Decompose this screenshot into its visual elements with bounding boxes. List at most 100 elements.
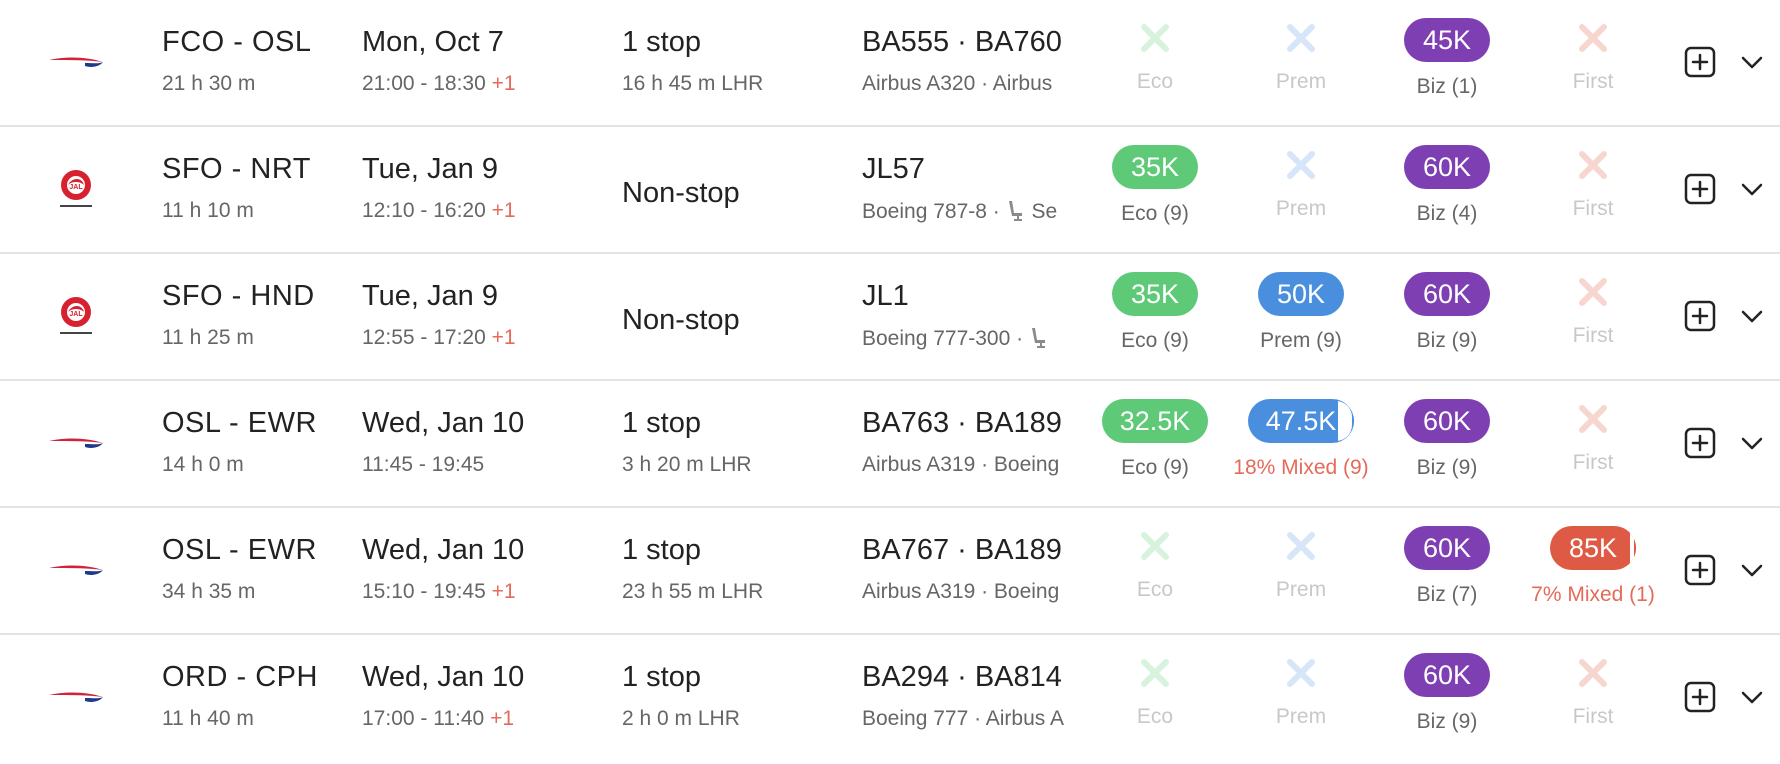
- expand-button[interactable]: [1740, 433, 1764, 453]
- day-offset: +1: [491, 580, 516, 603]
- flight-row[interactable]: JAL SFO - NRT 11 h 10 m Tue, Jan 9 12:10 - 1…: [0, 127, 1780, 254]
- plus-square-icon: [1684, 427, 1716, 459]
- time-range: 15:10 - 19:45 +1: [362, 580, 516, 604]
- cabin-eco[interactable]: 35K Eco (9): [1070, 272, 1240, 353]
- british-airways-logo: [48, 40, 104, 84]
- flight-row[interactable]: ORD - CPH 11 h 40 m Wed, Jan 10 17:00 - 11:…: [0, 635, 1780, 762]
- award-price-badge[interactable]: 35K: [1112, 272, 1198, 316]
- award-price-badge[interactable]: 35K: [1112, 145, 1198, 189]
- time-range: 12:55 - 17:20 +1: [362, 326, 516, 350]
- add-button[interactable]: [1684, 173, 1716, 205]
- cabin-prem: Prem: [1216, 145, 1386, 221]
- award-price-badge[interactable]: 60K: [1404, 145, 1490, 189]
- cabin-prem: Prem: [1216, 653, 1386, 729]
- expand-button[interactable]: [1740, 179, 1764, 199]
- day-offset: +1: [490, 707, 515, 730]
- award-price-badge[interactable]: 60K: [1404, 272, 1490, 316]
- chevron-down-icon: [1741, 437, 1763, 450]
- cabin-label: Eco: [1136, 70, 1174, 93]
- seat-icon: [1029, 327, 1049, 350]
- expand-button[interactable]: [1740, 306, 1764, 326]
- cabin-label: Biz (9): [1416, 329, 1478, 352]
- cabin-prem[interactable]: 47.5K 18% Mixed (9): [1216, 399, 1386, 480]
- stops: 1 stop: [622, 26, 701, 58]
- cabin-biz[interactable]: 45K Biz (1): [1362, 18, 1532, 99]
- award-price-badge[interactable]: 32.5K: [1101, 399, 1209, 443]
- cabin-label: Prem: [1275, 705, 1327, 728]
- flight-numbers: JL57: [862, 153, 925, 185]
- add-button[interactable]: [1684, 554, 1716, 586]
- flight-row[interactable]: OSL - EWR 34 h 35 m Wed, Jan 10 15:10 - 19:…: [0, 508, 1780, 635]
- cabin-label: Eco (9): [1121, 329, 1189, 352]
- add-button[interactable]: [1684, 427, 1716, 459]
- chevron-down-icon: [1741, 564, 1763, 577]
- cabin-eco: Eco: [1070, 18, 1240, 94]
- award-price-badge[interactable]: 47.5K: [1247, 399, 1355, 443]
- flight-row[interactable]: FCO - OSL 21 h 30 m Mon, Oct 7 21:00 - 18:3…: [0, 0, 1780, 127]
- layover: 2 h 0 m LHR: [622, 707, 740, 730]
- add-button[interactable]: [1684, 681, 1716, 713]
- aircraft-text: Airbus A319 · Boeing: [862, 580, 1060, 603]
- british-airways-logo: [48, 421, 104, 465]
- layover: 3 h 20 m LHR: [622, 453, 752, 476]
- departure-date: Tue, Jan 9: [362, 153, 498, 185]
- time-range-text: 12:55 - 17:20: [362, 326, 486, 349]
- unavailable-x-icon: [1216, 18, 1386, 62]
- cabin-biz[interactable]: 60K Biz (9): [1362, 272, 1532, 353]
- total-duration: 11 h 10 m: [162, 199, 254, 222]
- cabin-biz[interactable]: 60K Biz (4): [1362, 145, 1532, 226]
- cabin-label: Biz (4): [1416, 202, 1478, 225]
- award-price-badge[interactable]: 85K: [1550, 526, 1636, 570]
- unavailable-x-icon: [1070, 653, 1240, 697]
- unavailable-x-icon: [1216, 145, 1386, 189]
- add-button[interactable]: [1684, 300, 1716, 332]
- expand-button[interactable]: [1740, 687, 1764, 707]
- aircraft-text: Boeing 787-8 ·: [862, 200, 1000, 223]
- unavailable-x-icon: [1070, 526, 1240, 570]
- svg-text:JAL: JAL: [69, 311, 83, 318]
- chevron-down-icon: [1741, 183, 1763, 196]
- flight-numbers: BA767 · BA189: [862, 534, 1062, 566]
- award-price: 32.5K: [1119, 406, 1191, 436]
- cabin-biz[interactable]: 60K Biz (9): [1362, 399, 1532, 480]
- cabin-label: Eco (9): [1121, 456, 1189, 479]
- award-price: 60K: [1422, 279, 1472, 309]
- plus-square-icon: [1684, 46, 1716, 78]
- add-button[interactable]: [1684, 46, 1716, 78]
- cabin-prem[interactable]: 50K Prem (9): [1216, 272, 1386, 353]
- aircraft: Airbus A319 · Boeing: [862, 453, 1082, 477]
- day-offset: +1: [491, 72, 516, 95]
- british-airways-logo: [48, 548, 104, 592]
- award-price-badge[interactable]: 60K: [1404, 399, 1490, 443]
- cabin-label: Eco: [1136, 705, 1174, 728]
- cabin-label: Biz (1): [1416, 75, 1478, 98]
- time-range-text: 21:00 - 18:30: [362, 72, 486, 95]
- layover: 23 h 55 m LHR: [622, 580, 764, 603]
- flight-row[interactable]: OSL - EWR 14 h 0 m Wed, Jan 10 11:45 - 19:4…: [0, 381, 1780, 508]
- day-offset: +1: [491, 199, 516, 222]
- expand-button[interactable]: [1740, 560, 1764, 580]
- aircraft-text: Boeing 777 · Airbus A: [862, 707, 1064, 730]
- unavailable-x-icon: [1508, 145, 1678, 189]
- cabin-label: Prem (9): [1260, 329, 1342, 352]
- expand-button[interactable]: [1740, 52, 1764, 72]
- cabin-first: First: [1508, 399, 1678, 475]
- cabin-first[interactable]: 85K 7% Mixed (1): [1508, 526, 1678, 607]
- cabin-eco[interactable]: 32.5K Eco (9): [1070, 399, 1240, 480]
- award-price-badge[interactable]: 60K: [1404, 526, 1490, 570]
- stops: 1 stop: [622, 661, 701, 693]
- award-price-badge[interactable]: 45K: [1404, 18, 1490, 62]
- flight-row[interactable]: JAL SFO - HND 11 h 25 m Tue, Jan 9 12:55 - 1…: [0, 254, 1780, 381]
- british-airways-logo: [48, 675, 104, 719]
- flight-numbers: JL1: [862, 280, 909, 312]
- cabin-biz[interactable]: 60K Biz (9): [1362, 653, 1532, 734]
- award-price-badge[interactable]: 50K: [1258, 272, 1344, 316]
- cabin-eco[interactable]: 35K Eco (9): [1070, 145, 1240, 226]
- time-range: 12:10 - 16:20 +1: [362, 199, 516, 223]
- award-price-badge[interactable]: 60K: [1404, 653, 1490, 697]
- route: OSL - EWR: [162, 534, 317, 566]
- time-range: 11:45 - 19:45: [362, 453, 484, 477]
- cabin-biz[interactable]: 60K Biz (7): [1362, 526, 1532, 607]
- award-price: 35K: [1130, 279, 1180, 309]
- award-price: 85K: [1568, 533, 1618, 563]
